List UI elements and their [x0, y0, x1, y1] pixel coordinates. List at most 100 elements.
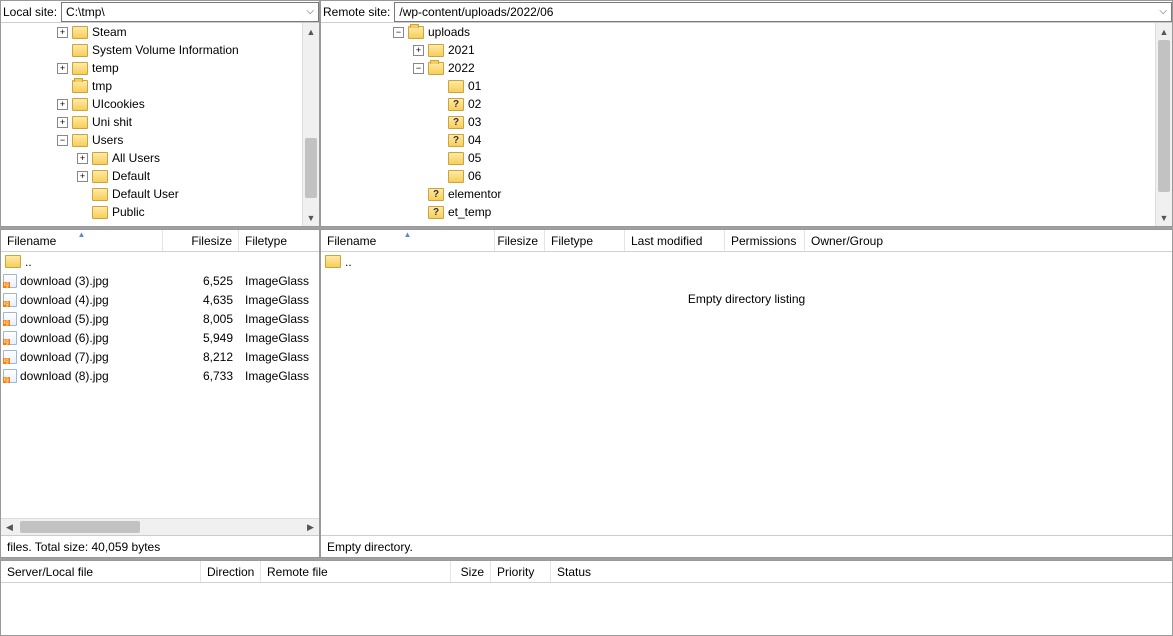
file-row[interactable]: download (4).jpg4,635ImageGlass — [1, 290, 319, 309]
collapse-icon[interactable]: − — [413, 63, 424, 74]
parent-dir-row[interactable]: .. — [1, 252, 319, 271]
col-server-local[interactable]: Server/Local file — [1, 561, 201, 582]
tree-item[interactable]: System Volume Information — [1, 41, 319, 59]
file-name: download (8).jpg — [20, 369, 109, 383]
scroll-up-icon[interactable]: ▲ — [303, 23, 319, 40]
tree-item-label: temp — [92, 61, 119, 75]
local-path-select[interactable]: C:\tmp\ ⌵ — [61, 2, 319, 22]
tree-item[interactable]: et_temp — [321, 203, 1172, 221]
col-remote-file[interactable]: Remote file — [261, 561, 451, 582]
col-size[interactable]: Size — [451, 561, 491, 582]
file-row[interactable]: download (3).jpg6,525ImageGlass — [1, 271, 319, 290]
file-type: ImageGlass — [239, 331, 319, 345]
remote-pathbar: Remote site: /wp-content/uploads/2022/06… — [321, 1, 1172, 23]
scroll-thumb[interactable] — [20, 521, 140, 533]
tree-item[interactable]: +UIcookies — [1, 95, 319, 113]
tree-spacer — [433, 171, 444, 182]
local-tree[interactable]: +SteamSystem Volume Information+temptmp+… — [1, 23, 319, 226]
expand-icon[interactable]: + — [77, 153, 88, 164]
file-row[interactable]: download (8).jpg6,733ImageGlass — [1, 366, 319, 385]
tree-item[interactable]: 04 — [321, 131, 1172, 149]
tree-item[interactable]: tmp — [1, 77, 319, 95]
unknown-folder-icon — [448, 116, 464, 129]
expand-icon[interactable]: + — [413, 45, 424, 56]
expand-icon[interactable]: + — [57, 27, 68, 38]
tree-item[interactable]: +Steam — [1, 23, 319, 41]
empty-listing-message: Empty directory listing — [321, 292, 1172, 306]
col-filename[interactable]: ▲Filename — [321, 230, 495, 251]
unknown-folder-icon — [448, 134, 464, 147]
expand-icon[interactable]: + — [57, 99, 68, 110]
tree-item[interactable]: 06 — [321, 167, 1172, 185]
tree-item-label: et_temp — [448, 205, 491, 219]
remote-path-select[interactable]: /wp-content/uploads/2022/06 ⌵ — [394, 2, 1172, 22]
scroll-left-icon[interactable]: ◀ — [1, 522, 18, 533]
col-priority[interactable]: Priority — [491, 561, 551, 582]
local-tree-scrollbar[interactable]: ▲ ▼ — [302, 23, 319, 226]
scroll-down-icon[interactable]: ▼ — [303, 209, 319, 226]
scroll-right-icon[interactable]: ▶ — [302, 522, 319, 533]
scroll-thumb[interactable] — [305, 138, 317, 198]
folder-icon — [92, 152, 108, 165]
tree-item[interactable]: 01 — [321, 77, 1172, 95]
folder-icon — [92, 170, 108, 183]
expand-icon[interactable]: + — [57, 117, 68, 128]
collapse-icon[interactable]: − — [393, 27, 404, 38]
expand-icon[interactable]: + — [77, 171, 88, 182]
local-list-scrollbar-h[interactable]: ◀ ▶ — [1, 518, 319, 535]
local-file-list[interactable]: .. download (3).jpg6,525ImageGlassdownlo… — [1, 252, 319, 535]
tree-item[interactable]: Public — [1, 203, 319, 221]
tree-item[interactable]: 03 — [321, 113, 1172, 131]
remote-file-list[interactable]: .. Empty directory listing — [321, 252, 1172, 535]
col-direction[interactable]: Direction — [201, 561, 261, 582]
sort-asc-icon: ▲ — [404, 230, 412, 239]
col-filesize[interactable]: Filesize — [495, 230, 545, 251]
tree-item[interactable]: −2022 — [321, 59, 1172, 77]
tree-item-label: 01 — [468, 79, 481, 93]
folder-icon — [428, 62, 444, 75]
tree-item[interactable]: 05 — [321, 149, 1172, 167]
file-type: ImageGlass — [239, 350, 319, 364]
remote-path-value: /wp-content/uploads/2022/06 — [399, 5, 553, 19]
folder-icon — [92, 206, 108, 219]
tree-item[interactable]: +All Users — [1, 149, 319, 167]
col-filesize[interactable]: Filesize — [163, 230, 239, 251]
chevron-down-icon: ⌵ — [1159, 6, 1167, 17]
col-modified[interactable]: Last modified — [625, 230, 725, 251]
col-permissions[interactable]: Permissions — [725, 230, 805, 251]
col-filename[interactable]: ▲Filename — [1, 230, 163, 251]
remote-tree-scrollbar[interactable]: ▲ ▼ — [1155, 23, 1172, 226]
remote-files-pane: ▲Filename Filesize Filetype Last modifie… — [320, 229, 1173, 558]
tree-item[interactable]: +2021 — [321, 41, 1172, 59]
tree-item-label: 04 — [468, 133, 481, 147]
expand-icon[interactable]: + — [57, 63, 68, 74]
file-row[interactable]: download (5).jpg8,005ImageGlass — [1, 309, 319, 328]
tree-item[interactable]: 02 — [321, 95, 1172, 113]
scroll-up-icon[interactable]: ▲ — [1156, 23, 1172, 40]
file-row[interactable]: download (7).jpg8,212ImageGlass — [1, 347, 319, 366]
tree-item[interactable]: +Default — [1, 167, 319, 185]
folder-icon — [448, 152, 464, 165]
collapse-icon[interactable]: − — [57, 135, 68, 146]
tree-item[interactable]: elementor — [321, 185, 1172, 203]
col-owner-group[interactable]: Owner/Group — [805, 230, 1172, 251]
remote-tree[interactable]: −uploads+2021−2022 01 0203 04 0506elementor e… — [321, 23, 1172, 226]
tree-item[interactable]: + temp — [1, 59, 319, 77]
file-size: 5,949 — [163, 331, 239, 345]
col-filetype[interactable]: Filetype — [239, 230, 319, 251]
folder-icon — [448, 170, 464, 183]
sort-asc-icon: ▲ — [78, 230, 86, 239]
scroll-down-icon[interactable]: ▼ — [1156, 209, 1172, 226]
scroll-thumb[interactable] — [1158, 40, 1170, 192]
queue-list[interactable] — [1, 583, 1172, 635]
col-queue-status[interactable]: Status — [551, 561, 1172, 582]
tree-item[interactable]: Default User — [1, 185, 319, 203]
tree-spacer — [433, 117, 444, 128]
file-row[interactable]: download (6).jpg5,949ImageGlass — [1, 328, 319, 347]
tree-item[interactable]: +Uni shit — [1, 113, 319, 131]
col-filetype[interactable]: Filetype — [545, 230, 625, 251]
local-files-pane: ▲Filename Filesize Filetype .. download … — [0, 229, 320, 558]
tree-item[interactable]: −uploads — [321, 23, 1172, 41]
tree-item[interactable]: −Users — [1, 131, 319, 149]
parent-dir-row[interactable]: .. — [321, 252, 1172, 271]
